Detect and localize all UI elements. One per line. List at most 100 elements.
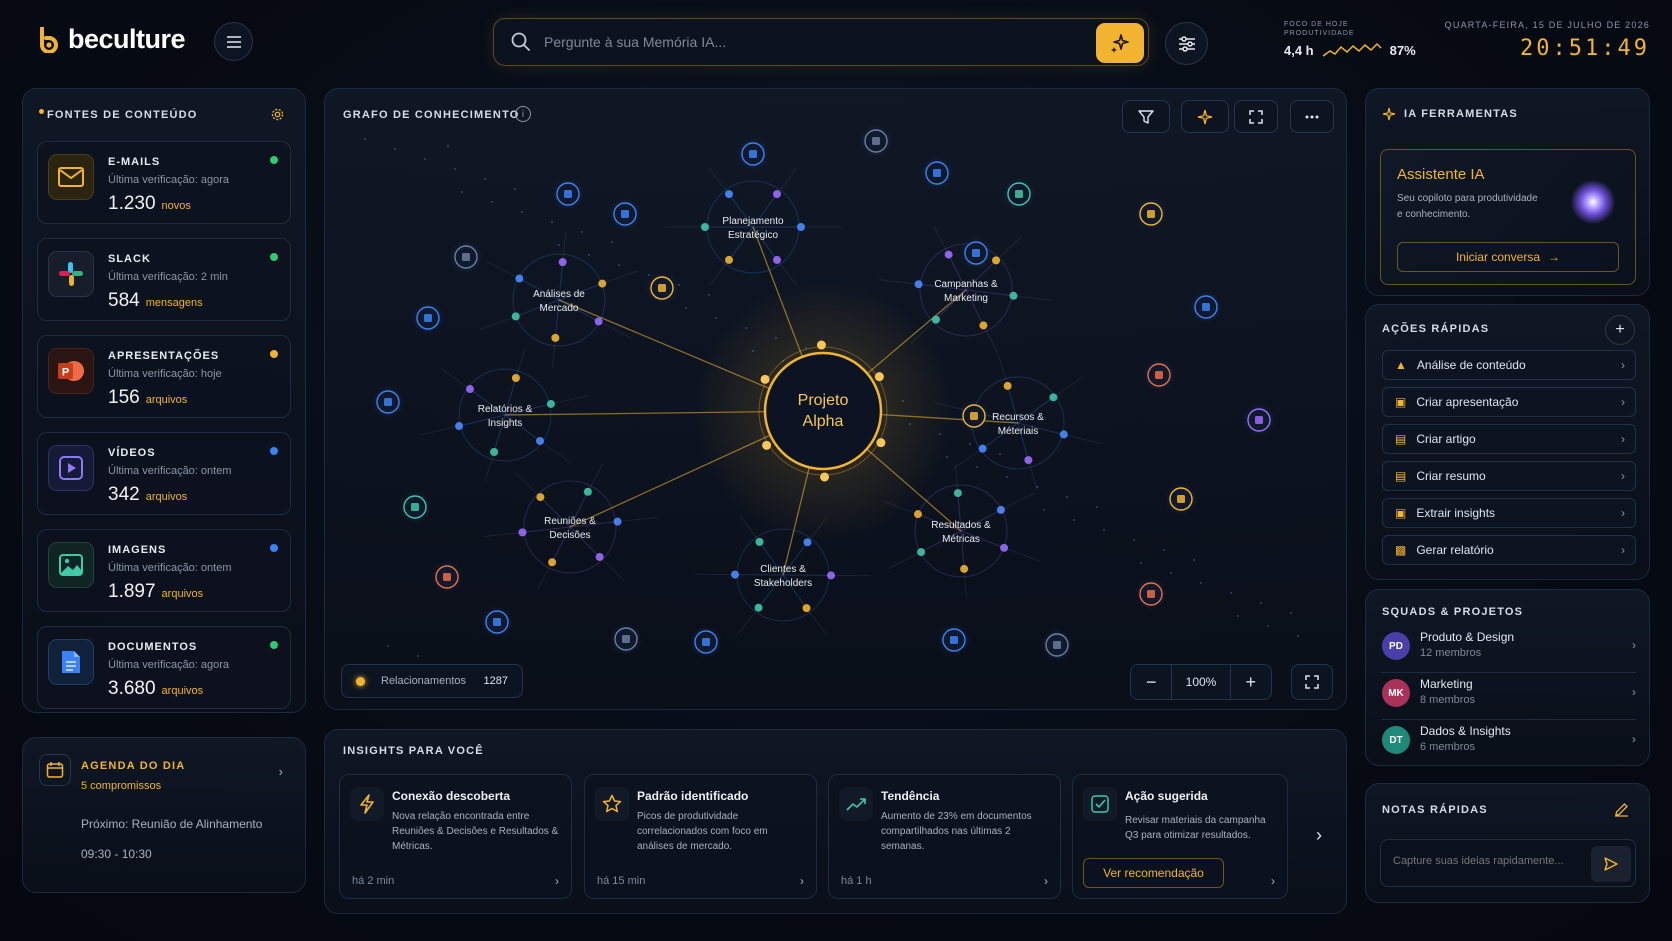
- cluster-label-line: Relatórios &: [478, 404, 533, 415]
- menu-button[interactable]: [214, 22, 253, 61]
- search-icon: [511, 32, 530, 51]
- cluster-label[interactable]: Relatórios & Insights: [478, 404, 533, 429]
- cluster-label-line: Méteriais: [998, 426, 1039, 437]
- quick-action-item[interactable]: ▲ Análise de conteúdo ›: [1382, 350, 1636, 380]
- graph-node[interactable]: [797, 223, 805, 231]
- center-node-label: Projeto: [798, 392, 849, 409]
- graph-node[interactable]: [773, 190, 781, 199]
- graph-node[interactable]: [455, 422, 464, 431]
- graph-node[interactable]: [979, 321, 988, 330]
- zoom-in-button[interactable]: +: [1229, 665, 1271, 699]
- start-chat-button[interactable]: Iniciar conversa →: [1397, 242, 1619, 272]
- quick-action-label: Gerar relatório: [1416, 543, 1494, 557]
- insight-card[interactable]: Conexão descoberta Nova relação encontra…: [339, 774, 572, 899]
- source-card-documents[interactable]: DOCUMENTOS Última verificação: agora 3.6…: [37, 626, 291, 709]
- fullscreen-button[interactable]: [1291, 664, 1333, 700]
- cluster-label[interactable]: Reuniões & Decisões: [544, 516, 596, 541]
- graph-node[interactable]: [820, 472, 830, 482]
- cluster-label-line: Campanhas &: [934, 279, 998, 290]
- graph-node[interactable]: [558, 258, 567, 267]
- gear-icon[interactable]: [270, 107, 285, 122]
- graph-node[interactable]: [826, 571, 835, 580]
- graph-node[interactable]: [701, 223, 709, 231]
- graph-node[interactable]: [953, 489, 962, 498]
- insight-text: Picos de produtividade correlacionados c…: [637, 811, 768, 852]
- quick-action-item[interactable]: ▩ Gerar relatório ›: [1382, 535, 1636, 565]
- insight-card[interactable]: Padrão identificado Picos de produtivida…: [584, 774, 817, 899]
- graph-node[interactable]: [1009, 291, 1018, 300]
- graph-node[interactable]: [731, 570, 740, 579]
- quick-action-item[interactable]: ▣ Criar apresentação ›: [1382, 387, 1636, 417]
- quick-action-item[interactable]: ▤ Criar resumo ›: [1382, 461, 1636, 491]
- cluster-label[interactable]: Clientes & Stakeholders: [754, 564, 812, 589]
- graph-node[interactable]: [613, 517, 622, 526]
- graph-node[interactable]: [960, 564, 969, 573]
- squad-item[interactable]: DT Dados & Insights 6 membros ›: [1382, 720, 1636, 764]
- graph-node[interactable]: [511, 373, 520, 382]
- insight-card[interactable]: Tendência Aumento de 23% em documentos c…: [828, 774, 1061, 899]
- graph-node[interactable]: [725, 255, 733, 264]
- graph-node[interactable]: [755, 537, 764, 546]
- graph-node[interactable]: [760, 374, 770, 384]
- send-note-button[interactable]: [1591, 846, 1631, 882]
- chevron-right-icon: ›: [1621, 543, 1625, 557]
- graph-node[interactable]: [1024, 456, 1033, 465]
- graph-node[interactable]: [803, 538, 812, 547]
- source-count: 1.897 arquivos: [108, 581, 203, 603]
- graph-node[interactable]: [914, 280, 923, 289]
- graph-node[interactable]: [944, 250, 953, 259]
- chevron-right-icon: ›: [1621, 469, 1625, 483]
- insight-card[interactable]: Ação sugerida Revisar materiais da campa…: [1072, 774, 1288, 899]
- graph-node[interactable]: [548, 558, 557, 567]
- graph-node[interactable]: [551, 333, 560, 342]
- graph-node[interactable]: [546, 399, 555, 408]
- insight-time: há 15 min: [597, 875, 646, 887]
- send-icon: [1604, 857, 1618, 871]
- search-input[interactable]: [544, 34, 1064, 50]
- source-card-slack[interactable]: SLACK Última verificação: 2 min 584 mensa…: [37, 238, 291, 321]
- source-card-videos[interactable]: VÍDEOS Última verificação: ontem 342 arqu…: [37, 432, 291, 515]
- slack-icon: [48, 251, 94, 297]
- graph-node[interactable]: [490, 448, 499, 457]
- agenda-title: AGENDA DO DIA: [81, 760, 186, 772]
- graph-node[interactable]: [876, 438, 886, 448]
- cluster-label-line: Estratégico: [728, 230, 778, 241]
- source-last-check: Última verificação: ontem: [108, 562, 232, 574]
- quick-action-item[interactable]: ▤ Criar artigo ›: [1382, 424, 1636, 454]
- graph-node[interactable]: [1059, 430, 1068, 439]
- squad-item[interactable]: MK Marketing 8 membros ›: [1382, 673, 1636, 717]
- add-action-button[interactable]: +: [1605, 315, 1635, 345]
- graph-node[interactable]: [518, 528, 527, 537]
- graph-node[interactable]: [816, 340, 826, 350]
- graph-node[interactable]: [754, 603, 763, 612]
- view-recommendation-button[interactable]: Ver recomendação: [1083, 858, 1224, 888]
- cluster-label[interactable]: Campanhas & Marketing: [934, 279, 998, 304]
- powerpoint-icon: P: [48, 348, 94, 394]
- edit-icon[interactable]: [1614, 802, 1629, 817]
- insights-next-button[interactable]: ›: [1316, 825, 1322, 846]
- ai-search-button[interactable]: [1096, 23, 1144, 63]
- calendar-icon: [39, 754, 71, 786]
- brand-name: beculture: [68, 24, 186, 54]
- graph-node[interactable]: [583, 487, 592, 496]
- graph-node[interactable]: [1003, 381, 1012, 390]
- graph-node[interactable]: [802, 604, 811, 613]
- cluster-label-line: Reuniões &: [544, 516, 596, 527]
- quick-action-item[interactable]: ▣ Extrair insights ›: [1382, 498, 1636, 528]
- source-card-images[interactable]: IMAGENS Última verificação: ontem 1.897 a…: [37, 529, 291, 612]
- graph-node[interactable]: [725, 190, 733, 199]
- squad-item[interactable]: PD Produto & Design 12 membros ›: [1382, 626, 1636, 670]
- brand-logo[interactable]: beculture: [38, 24, 186, 55]
- settings-sliders-button[interactable]: [1165, 22, 1208, 65]
- status-dot: [270, 350, 278, 358]
- sparkle-icon: [1382, 107, 1396, 121]
- graph-node[interactable]: [773, 255, 781, 264]
- notes-input[interactable]: [1393, 855, 1583, 867]
- agenda-panel[interactable]: AGENDA DO DIA 5 compromissos › Próximo: …: [22, 737, 306, 893]
- cluster-label-line: Marketing: [944, 293, 988, 304]
- source-card-emails[interactable]: E-MAILS Última verificação: agora 1.230 n…: [37, 141, 291, 224]
- notes-title: NOTAS RÁPIDAS: [1382, 804, 1488, 816]
- source-card-presentations[interactable]: P APRESENTAÇÕES Última verificação: hoje…: [37, 335, 291, 418]
- zoom-out-button[interactable]: −: [1131, 665, 1173, 699]
- cluster-label-line: Análises de: [533, 289, 585, 300]
